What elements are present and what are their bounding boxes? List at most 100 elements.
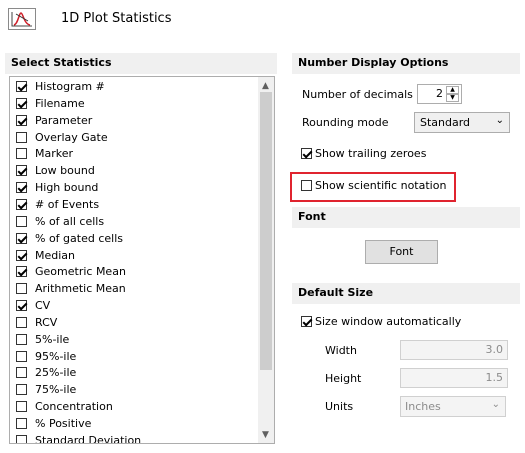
window-title: 1D Plot Statistics bbox=[61, 11, 172, 26]
statistic-label: 5%-ile bbox=[35, 332, 70, 346]
statistic-item[interactable]: % of gated cells bbox=[16, 230, 123, 247]
scientific-notation-check-icon[interactable] bbox=[301, 180, 312, 191]
statistic-checkbox[interactable] bbox=[16, 266, 27, 278]
decimals-label: Number of decimals bbox=[302, 88, 413, 101]
statistic-checkbox[interactable] bbox=[16, 367, 27, 379]
units-select[interactable]: Inches ⌄ bbox=[400, 396, 506, 417]
statistic-label: 75%-ile bbox=[35, 383, 77, 397]
statistic-checkbox[interactable] bbox=[16, 198, 27, 210]
statistic-label: Concentration bbox=[35, 400, 113, 414]
statistic-label: RCV bbox=[35, 315, 58, 329]
statistic-item[interactable]: Concentration bbox=[16, 398, 113, 415]
show-trailing-zeroes-checkbox[interactable]: Show trailing zeroes bbox=[301, 147, 426, 160]
statistic-checkbox[interactable] bbox=[16, 215, 27, 227]
statistic-checkbox[interactable] bbox=[16, 316, 27, 328]
plot-statistics-icon bbox=[8, 8, 36, 30]
statistic-label: % of all cells bbox=[35, 214, 105, 228]
statistic-label: % Positive bbox=[35, 417, 92, 430]
statistic-label: 95%-ile bbox=[35, 349, 77, 363]
trailing-zeroes-check-icon[interactable] bbox=[301, 148, 312, 159]
statistic-label: Parameter bbox=[35, 113, 93, 127]
statistic-item[interactable]: 75%-ile bbox=[16, 381, 76, 398]
statistic-checkbox[interactable] bbox=[16, 249, 27, 261]
statistic-item[interactable]: Filename bbox=[16, 95, 85, 112]
font-button[interactable]: Font bbox=[365, 240, 438, 264]
units-value: Inches bbox=[405, 400, 441, 413]
number-display-options-header: Number Display Options bbox=[292, 53, 520, 74]
width-field[interactable]: 3.0 bbox=[400, 340, 508, 360]
statistic-checkbox[interactable] bbox=[16, 283, 27, 295]
statistic-label: Filename bbox=[35, 96, 85, 110]
font-header: Font bbox=[292, 207, 520, 228]
rounding-mode-value: Standard bbox=[420, 116, 471, 129]
rounding-mode-label: Rounding mode bbox=[302, 116, 389, 129]
statistic-label: % of gated cells bbox=[35, 231, 123, 245]
statistic-checkbox[interactable] bbox=[16, 81, 27, 92]
height-label: Height bbox=[325, 372, 362, 385]
statistic-item[interactable]: 25%-ile bbox=[16, 364, 76, 381]
list-scrollbar[interactable]: ▲ ▼ bbox=[258, 77, 274, 443]
statistic-item[interactable]: Overlay Gate bbox=[16, 129, 108, 146]
units-label: Units bbox=[325, 400, 354, 413]
statistic-label: CV bbox=[35, 299, 51, 313]
statistic-checkbox[interactable] bbox=[16, 384, 27, 396]
scroll-thumb[interactable] bbox=[260, 92, 272, 370]
statistic-item[interactable]: High bound bbox=[16, 179, 98, 196]
statistic-item[interactable]: Standard Deviation bbox=[16, 432, 142, 444]
statistic-checkbox[interactable] bbox=[16, 418, 27, 429]
show-scientific-notation-checkbox[interactable]: Show scientific notation bbox=[301, 179, 446, 192]
statistic-item[interactable]: 95%-ile bbox=[16, 348, 76, 365]
select-statistics-header: Select Statistics bbox=[5, 53, 277, 74]
statistic-item[interactable]: Median bbox=[16, 247, 75, 264]
statistic-item[interactable]: CV bbox=[16, 297, 50, 314]
scientific-notation-label: Show scientific notation bbox=[315, 179, 447, 192]
statistic-checkbox[interactable] bbox=[16, 131, 27, 143]
statistic-checkbox[interactable] bbox=[16, 401, 27, 413]
statistic-item[interactable]: # of Events bbox=[16, 196, 99, 213]
trailing-zeroes-label: Show trailing zeroes bbox=[315, 147, 427, 160]
statistic-item[interactable]: Parameter bbox=[16, 112, 92, 129]
statistic-checkbox[interactable] bbox=[16, 97, 27, 109]
statistic-item[interactable]: Histogram # bbox=[16, 78, 105, 95]
statistic-label: Geometric Mean bbox=[35, 265, 126, 279]
decrement-arrow-icon[interactable]: ▼ bbox=[446, 94, 459, 102]
statistic-checkbox[interactable] bbox=[16, 333, 27, 345]
statistic-item[interactable]: % Positive bbox=[16, 415, 91, 432]
chevron-down-icon: ⌄ bbox=[491, 399, 500, 410]
statistics-list[interactable]: Histogram # Filename Parameter Overlay Gate… bbox=[9, 76, 275, 444]
width-value: 3.0 bbox=[485, 343, 504, 356]
statistic-item[interactable]: Low bound bbox=[16, 162, 95, 179]
decimals-value: 2 bbox=[436, 87, 443, 100]
statistic-item[interactable]: % of all cells bbox=[16, 213, 104, 230]
size-window-automatically-checkbox[interactable]: Size window automatically bbox=[301, 315, 461, 328]
statistic-label: Arithmetic Mean bbox=[35, 282, 126, 296]
rounding-mode-select[interactable]: Standard ⌄ bbox=[414, 112, 510, 133]
auto-size-check-icon[interactable] bbox=[301, 316, 312, 327]
statistic-item[interactable]: RCV bbox=[16, 314, 57, 331]
width-label: Width bbox=[325, 344, 357, 357]
statistic-label: Standard Deviation bbox=[35, 433, 142, 444]
statistic-checkbox[interactable] bbox=[16, 434, 27, 443]
statistic-checkbox[interactable] bbox=[16, 114, 27, 126]
height-field[interactable]: 1.5 bbox=[400, 368, 508, 388]
increment-arrow-icon[interactable]: ▲ bbox=[446, 86, 459, 94]
statistic-label: Histogram # bbox=[35, 80, 105, 93]
decimals-stepper[interactable]: 2 ▲ ▼ bbox=[417, 84, 462, 104]
statistic-checkbox[interactable] bbox=[16, 182, 27, 194]
statistic-label: Marker bbox=[35, 147, 74, 161]
statistic-item[interactable]: Marker bbox=[16, 145, 73, 162]
statistic-checkbox[interactable] bbox=[16, 350, 27, 362]
statistic-checkbox[interactable] bbox=[16, 165, 27, 177]
statistic-label: Median bbox=[35, 248, 76, 262]
statistic-label: Overlay Gate bbox=[35, 130, 108, 144]
scroll-up-arrow-icon[interactable]: ▲ bbox=[262, 81, 269, 91]
statistic-label: High bound bbox=[35, 181, 99, 195]
statistic-checkbox[interactable] bbox=[16, 148, 27, 160]
statistic-item[interactable]: Geometric Mean bbox=[16, 263, 126, 280]
statistic-checkbox[interactable] bbox=[16, 300, 27, 312]
statistic-item[interactable]: Arithmetic Mean bbox=[16, 280, 126, 297]
statistic-checkbox[interactable] bbox=[16, 232, 27, 244]
chevron-down-icon: ⌄ bbox=[495, 115, 504, 126]
scroll-down-arrow-icon[interactable]: ▼ bbox=[262, 430, 269, 440]
statistic-item[interactable]: 5%-ile bbox=[16, 331, 69, 348]
